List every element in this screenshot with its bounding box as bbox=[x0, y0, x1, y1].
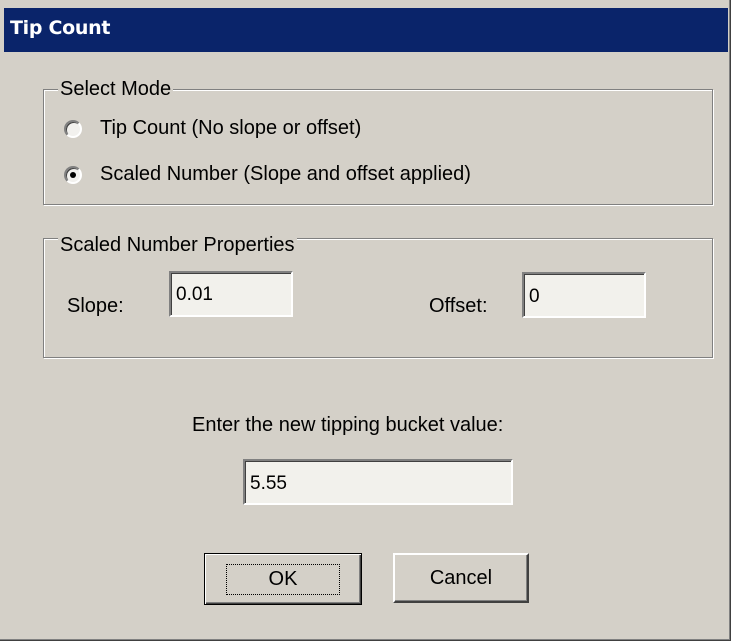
scaled-number-properties-legend: Scaled Number Properties bbox=[58, 234, 297, 256]
select-mode-legend: Select Mode bbox=[58, 78, 174, 100]
radio-button-unselected[interactable] bbox=[64, 119, 82, 138]
radio-scaled-number[interactable]: Scaled Number (Slope and offset applied) bbox=[64, 163, 471, 186]
cancel-button[interactable]: Cancel bbox=[393, 553, 529, 603]
radio-button-selected[interactable] bbox=[64, 165, 82, 184]
ok-button-label: OK bbox=[268, 567, 298, 590]
offset-label: Offset: bbox=[429, 295, 488, 317]
title-bar[interactable]: Tip Count bbox=[4, 8, 728, 52]
ok-button[interactable]: OK bbox=[204, 553, 362, 605]
offset-field[interactable] bbox=[522, 272, 646, 318]
ok-button-focus: OK bbox=[225, 563, 341, 595]
cancel-button-label: Cancel bbox=[429, 566, 493, 589]
radio-scaled-number-label: Scaled Number (Slope and offset applied) bbox=[100, 163, 471, 185]
select-mode-group bbox=[43, 89, 713, 205]
slope-field[interactable] bbox=[169, 271, 293, 317]
slope-label: Slope: bbox=[67, 295, 124, 317]
radio-tip-count[interactable]: Tip Count (No slope or offset) bbox=[64, 117, 361, 140]
tipping-bucket-field[interactable] bbox=[243, 459, 513, 505]
tip-count-dialog: Tip Count Select Mode Tip Count (No slop… bbox=[0, 0, 731, 641]
tipping-bucket-prompt: Enter the new tipping bucket value: bbox=[192, 414, 504, 436]
radio-dot bbox=[70, 171, 76, 178]
window-title: Tip Count bbox=[10, 17, 111, 39]
radio-tip-count-label: Tip Count (No slope or offset) bbox=[100, 117, 362, 139]
